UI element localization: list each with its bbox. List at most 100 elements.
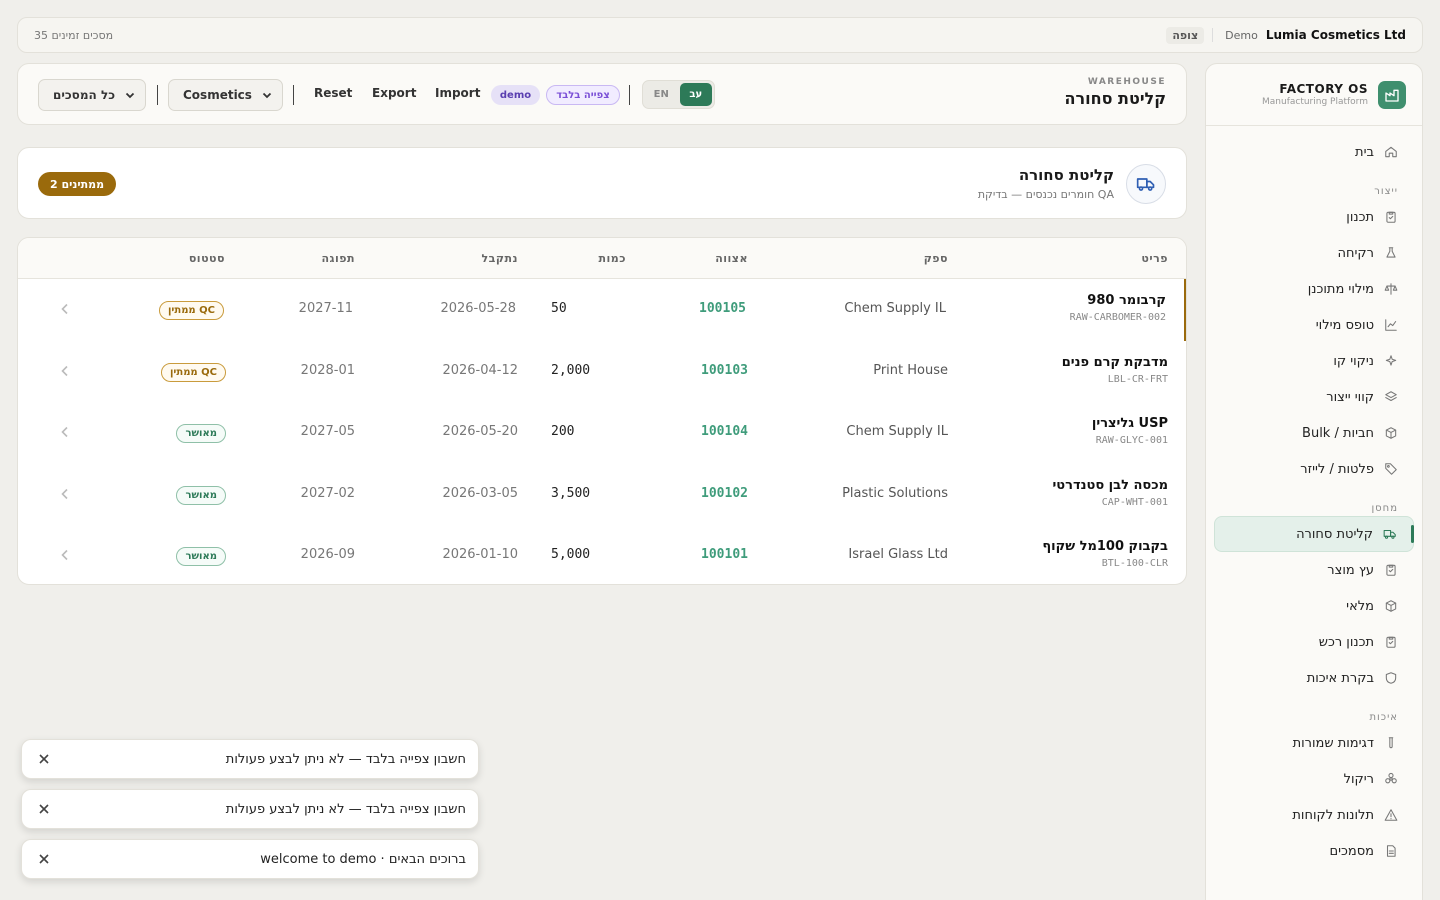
receiving-table: פריט ספק אצווה כמות נתקבל תפוגה סטטוס קר…: [17, 237, 1187, 585]
sidebar-item[interactable]: תכנון רכש: [1214, 624, 1414, 660]
company-name: Lumia Cosmetics Ltd: [1265, 28, 1406, 42]
brand-name: FACTORY OS: [1279, 82, 1368, 96]
chevron-left-icon[interactable]: [60, 365, 70, 377]
close-icon[interactable]: [38, 803, 50, 815]
table-row[interactable]: מדבקת קרם פנים LBL-CR-FRT Print House 10010…: [18, 341, 1186, 403]
clipboard-icon: [1386, 564, 1396, 576]
chevron-left-icon[interactable]: [60, 303, 70, 315]
document-icon: [1386, 845, 1396, 857]
status-badge: ממתין QC: [158, 301, 224, 320]
sidebar-item-label: מילוי מתוכנן: [1307, 281, 1374, 297]
sidebar-section-title: ייצור: [1374, 186, 1398, 197]
sidebar-item[interactable]: ריקול: [1214, 761, 1414, 797]
item-cell: גליצרין USP RAW-GLYC-001: [1092, 416, 1168, 446]
sidebar-item[interactable]: Bulk / חביות: [1214, 415, 1414, 451]
status-badge: מאושר: [176, 547, 226, 567]
order-cell[interactable]: 100103: [701, 363, 748, 378]
column-header-status: סטטוס: [188, 252, 225, 265]
toast-message: חשבון צפייה בלבד — לא ניתן לבצע פעולות: [225, 751, 466, 767]
supplier-cell: Chem Supply IL: [844, 301, 946, 316]
alert-icon: [1384, 809, 1398, 821]
sidebar-item[interactable]: ניקוי קו: [1214, 343, 1414, 379]
divider: [157, 85, 158, 105]
screens-select-value: כל המסכים: [53, 88, 116, 102]
sidebar-item[interactable]: תכנון: [1214, 199, 1414, 235]
item-cell: מדבקת קרם פנים LBL-CR-FRT: [1062, 355, 1168, 385]
supplier-cell: Israel Glass Ltd: [848, 547, 948, 563]
section-title: קליטת סחורה: [1018, 166, 1114, 184]
order-cell[interactable]: 100105: [699, 301, 746, 316]
lang-he-button[interactable]: עב: [679, 83, 712, 106]
item-name: גליצרין USP: [1091, 416, 1168, 432]
item-sku: RAW-CARBOMER-002: [1069, 312, 1166, 323]
sidebar-item-label: תלונות לקוחות: [1292, 807, 1374, 823]
sidebar-item[interactable]: פלטות / לייזר: [1214, 451, 1414, 487]
column-header-qty: כמות: [598, 252, 626, 265]
table-row[interactable]: מכסה לבן סטנדרטי CAP-WHT-001 Plastic Solut…: [18, 464, 1186, 526]
sidebar-item[interactable]: בקרת איכות: [1214, 660, 1414, 696]
shield-icon: [1385, 672, 1397, 684]
box-icon: [1385, 427, 1397, 439]
chevron-left-icon[interactable]: [60, 549, 70, 561]
expiry-cell: 2027-05: [300, 424, 355, 440]
expiry-cell: 2026-09: [300, 547, 355, 563]
layers-icon: [1385, 391, 1397, 402]
sidebar-item[interactable]: בית: [1214, 134, 1414, 170]
table-row[interactable]: קרבומר 980 RAW-CARBOMER-002 Chem Supply IL…: [18, 279, 1186, 341]
divider: [1212, 28, 1214, 42]
order-cell[interactable]: 100101: [701, 547, 748, 562]
sidebar-item-label: ריקול: [1343, 771, 1374, 787]
tag-icon: [1385, 463, 1397, 475]
screens-select[interactable]: כל המסכים: [38, 79, 146, 111]
sparkle-icon: [1385, 355, 1397, 366]
chevron-left-icon[interactable]: [60, 426, 70, 438]
toast: חשבון צפייה בלבד — לא ניתן לבצע פעולות: [21, 739, 479, 779]
received-cell: 2026-04-12: [442, 362, 518, 378]
sidebar-section-title: מחסן: [1371, 503, 1398, 514]
sidebar-item[interactable]: עץ מוצר: [1214, 552, 1414, 588]
export-button[interactable]: Export: [372, 86, 416, 100]
chart-icon: [1385, 319, 1397, 331]
item-cell: בקבוק 100מל שקוף BTL-100-CLR: [1042, 539, 1168, 569]
chevron-left-icon[interactable]: [60, 488, 70, 500]
sidebar-item[interactable]: רקיחה: [1214, 235, 1414, 271]
reset-button[interactable]: Reset: [314, 86, 352, 100]
sidebar-item[interactable]: קווי ייצור: [1214, 379, 1414, 415]
tube-icon: [1388, 737, 1394, 749]
order-cell[interactable]: 100104: [701, 424, 748, 439]
expiry-cell: 2027-11: [298, 301, 353, 316]
sidebar-section-title: איכות: [1369, 712, 1398, 723]
supplier-cell: Chem Supply IL: [846, 424, 948, 440]
sidebar-item[interactable]: קליטת סחורה: [1214, 516, 1414, 552]
column-header-order: אצווה: [715, 252, 748, 265]
screens-count: 35 מסכים זמינים: [34, 28, 114, 42]
box-icon: [1385, 600, 1397, 612]
sidebar-item-label: בקרת איכות: [1306, 670, 1374, 686]
sidebar-item[interactable]: תלונות לקוחות: [1214, 797, 1414, 833]
sidebar-item[interactable]: מילוי מתוכנן: [1214, 271, 1414, 307]
section-header: קליטת סחורה חומרים נכנסים — בדיקת QA 2 מ…: [17, 147, 1187, 219]
close-icon[interactable]: [38, 853, 50, 865]
page-title: קליטת סחורה: [1064, 89, 1166, 108]
clipboard-icon: [1386, 211, 1396, 223]
table-row[interactable]: גליצרין USP RAW-GLYC-001 Chem Supply IL 100…: [18, 402, 1186, 464]
lang-en-button[interactable]: EN: [645, 83, 678, 106]
sidebar-item[interactable]: דגימות שמורות: [1214, 725, 1414, 761]
truck-icon: [1126, 164, 1166, 204]
expiry-cell: 2027-02: [300, 485, 355, 501]
sidebar-item[interactable]: טופס מילוי: [1214, 307, 1414, 343]
category-select[interactable]: Cosmetics: [168, 79, 283, 111]
category-select-value: Cosmetics: [183, 88, 252, 102]
divider: [629, 85, 630, 105]
item-sku: BTL-100-CLR: [1101, 558, 1168, 570]
qty-cell: 200: [551, 424, 575, 440]
clipboard-icon: [1386, 636, 1396, 648]
brand-subtitle: Manufacturing Platform: [1262, 97, 1368, 107]
table-row[interactable]: בקבוק 100מל שקוף BTL-100-CLR Israel Glass …: [18, 525, 1186, 584]
sidebar-item[interactable]: מלאי: [1214, 588, 1414, 624]
item-cell: קרבומר 980 RAW-CARBOMER-002: [1070, 293, 1166, 323]
sidebar-item[interactable]: מסמכים: [1214, 833, 1414, 869]
order-cell[interactable]: 100102: [701, 486, 748, 501]
close-icon[interactable]: [38, 753, 50, 765]
import-button[interactable]: Import: [435, 86, 480, 100]
